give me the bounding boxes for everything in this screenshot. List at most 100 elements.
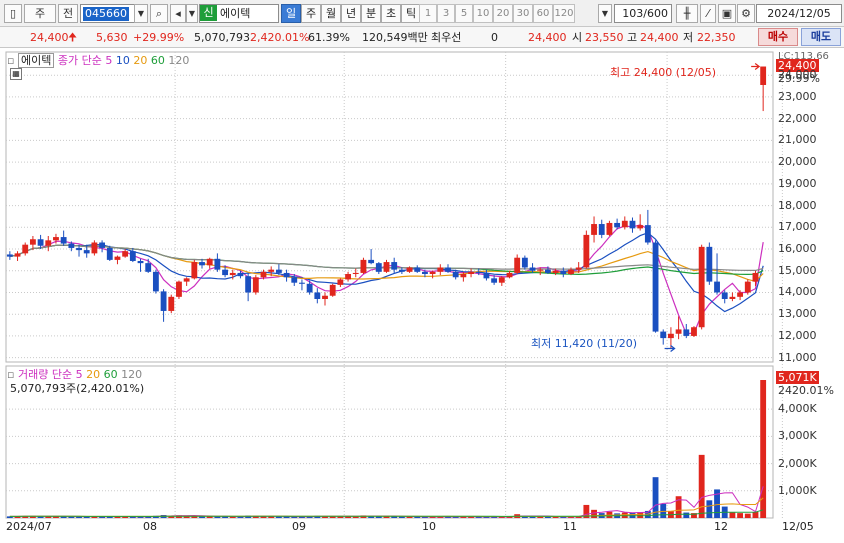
price-axis-tick: 24,000 [778,68,817,82]
search-icon[interactable]: ⌕ [150,4,168,23]
minute-interval-button[interactable]: 30 [513,4,533,23]
speaker-dropdown-icon[interactable]: ▼ [186,4,198,23]
volume-bar [683,512,690,518]
x-axis-label: 08 [143,520,157,533]
volume-ma-line-20 [9,497,764,517]
minute-interval-button[interactable]: 1 [419,4,437,23]
candle-body [568,269,574,275]
period-tab[interactable]: 년 [341,4,361,23]
volume-axis-tick: 1,000K [778,483,817,497]
save-icon[interactable]: ▣ [718,4,736,23]
candle-body [322,295,328,299]
line-tool-icon[interactable]: ⁄ [700,4,716,23]
price-axis-tick: 18,000 [778,198,817,212]
candle-body [245,276,252,293]
candle-body [667,333,674,339]
market-select[interactable]: 주 [24,4,56,23]
speaker-icon[interactable]: ◂ [170,4,186,23]
candle-body [706,246,713,282]
price-axis-tick: 14,000 [778,285,817,299]
minute-interval-button[interactable]: 120 [553,4,575,23]
current-price: 24,400 [30,31,69,44]
scope-button[interactable]: 전 [58,4,78,23]
period-tab[interactable]: 분 [361,4,381,23]
candle-body [53,237,59,241]
candle-body [714,281,720,293]
priority-value: 0 [491,31,498,44]
volume-pct-tag: 2420.01% [778,384,834,397]
price-axis-tick: 16,000 [778,242,817,256]
candle-body [206,258,213,266]
candle-body [452,271,459,278]
candle-body [352,272,359,275]
candle-body [360,259,367,273]
price-axis-tick: 12,000 [778,328,817,342]
open-label: 시 [572,31,583,44]
candle-body [575,267,582,270]
high-note: 최고 24,400 (12/05) [610,66,717,79]
candle-body [214,258,221,270]
candle-body [698,246,705,328]
change-percent: +29.99% [133,31,185,44]
minute-interval-button[interactable]: 20 [493,4,513,23]
price-axis-tick: 20,000 [778,155,817,169]
date-field[interactable]: 2024/12/05 [756,4,842,23]
candle-body [45,240,52,246]
grid-icon[interactable]: ▦ [10,68,22,80]
period-tab[interactable]: 틱 [401,4,421,23]
candle-body [398,269,405,272]
candle-body [545,269,551,273]
candle-body [660,331,667,339]
panel-toggle-icon[interactable]: ▯ [4,4,22,23]
price-axis-tick: 22,000 [778,111,817,125]
candle-body [529,267,536,271]
volume-current-tag: 5,071K [776,371,819,384]
candle-body [521,257,528,268]
candle-body [498,277,505,283]
legend-marker-icon: ▫ [7,54,15,67]
period-tab[interactable]: 초 [381,4,401,23]
minute-dropdown-icon[interactable]: ▼ [598,4,612,23]
candle-body [644,225,651,243]
stock-name: 에이텍 [220,7,251,20]
price-axis-tick: 17,000 [778,220,817,234]
candle-body [14,253,21,257]
candle-body [583,234,590,268]
period-tab[interactable]: 주 [301,4,321,23]
minute-interval-button[interactable]: 5 [455,4,473,23]
candle-body [76,247,82,251]
scope-label: 전 [62,7,74,20]
code-dropdown-icon[interactable]: ▼ [134,4,148,23]
minute-interval-button[interactable]: 60 [533,4,553,23]
market-label: 주 [34,7,46,20]
x-axis-label: 09 [292,520,306,533]
data-count-field[interactable]: 103/600 [614,4,672,23]
candle-body [460,274,467,278]
stock-code-value: 045660 [83,7,129,21]
candle-body [368,259,375,264]
volume-axis-tick: 2,000K [778,456,817,470]
ma-period-label: 60 [147,54,165,67]
minute-interval-button[interactable]: 3 [437,4,455,23]
sell-button[interactable]: 매도 [801,28,841,46]
gear-icon[interactable]: ⚙ [737,4,755,23]
candle-type-icon[interactable]: ╫ [676,4,698,23]
stock-chart[interactable] [0,48,844,543]
candle-body [560,270,567,275]
candle-body [537,269,544,271]
candle-body [329,284,336,296]
candle-body [29,239,36,245]
volume-bar [275,516,282,518]
minute-interval-button[interactable]: 10 [473,4,493,23]
volume-percent: 2,420.01% [250,31,310,44]
candle-body [183,278,190,282]
candle-body [652,242,659,332]
candle-body [137,260,144,264]
candle-body [414,267,421,272]
period-tab[interactable]: 월 [321,4,341,23]
candle-body [68,243,75,248]
period-tab[interactable]: 일 [281,4,301,23]
low-label: 저 [683,31,694,44]
buy-button[interactable]: 매수 [758,28,798,46]
price-axis-tick: 19,000 [778,176,817,190]
